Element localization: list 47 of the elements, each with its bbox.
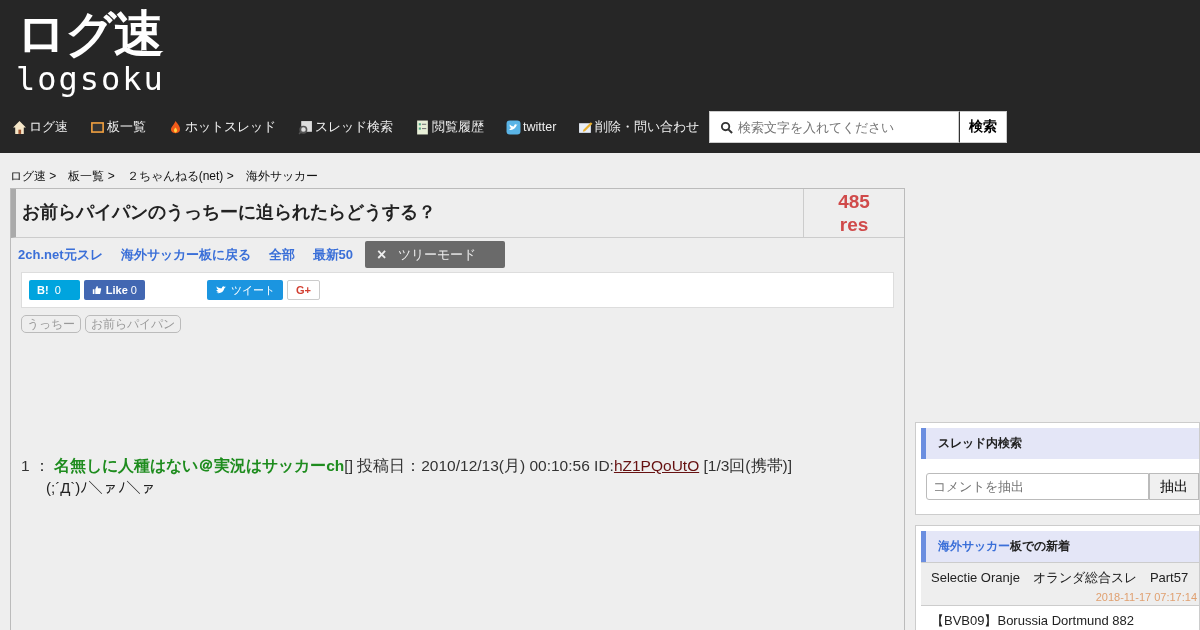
nav-link[interactable]: ホットスレッド bbox=[168, 118, 276, 136]
list-icon bbox=[415, 119, 430, 135]
nav-link[interactable]: ログ速 bbox=[12, 118, 68, 136]
comment-filter-field[interactable]: コメントを抽出 bbox=[926, 473, 1149, 500]
nav-link[interactable]: 板一覧 bbox=[90, 118, 146, 136]
nav-link[interactable]: 削除・問い合わせ bbox=[578, 118, 700, 136]
tree-mode-button[interactable]: × ツリーモード bbox=[365, 241, 505, 268]
breadcrumb-link[interactable]: ログ速 > bbox=[10, 168, 57, 188]
logo-subtitle[interactable]: logsoku bbox=[16, 62, 165, 96]
post-header: 1 ： 名無しに人種はない＠実況はサッカーch[] 投稿日：2010/12/13(月) 00:10:56 ID:hZ1PQoUtO [1/3回(携帯)] bbox=[21, 456, 793, 477]
post-body: (;´Д`)ﾉ＼ァﾉ＼ァ bbox=[45, 478, 158, 496]
breadcrumb-link[interactable]: 板一覧 > bbox=[68, 168, 115, 188]
thread-item[interactable]: Selectie Oranje オランダ総合スレ Part57 2018-11-17 07:17:14 bbox=[921, 562, 1199, 605]
thread-item[interactable]: 【BVB09】Borussia Dortmund 882 bbox=[921, 605, 1199, 630]
search-button[interactable]: 検索 bbox=[959, 111, 1008, 143]
search-field[interactable]: 検索文字を入れてください bbox=[709, 111, 960, 143]
search-icon bbox=[298, 119, 313, 135]
bird-icon bbox=[506, 119, 521, 135]
flame-icon bbox=[168, 119, 183, 135]
response-count: 485 res bbox=[837, 190, 871, 237]
like-button[interactable]: Like 0 bbox=[84, 280, 145, 300]
thumbs-up-icon bbox=[92, 284, 102, 296]
thread-link[interactable]: 最新50 bbox=[312, 245, 353, 264]
thread-item-title: Selectie Oranje オランダ総合スレ Part57 bbox=[931, 569, 1190, 587]
thread-link[interactable]: 海外サッカー板に戻る bbox=[120, 245, 251, 264]
card-heading: スレッド内検索 bbox=[921, 428, 1199, 459]
board-link[interactable]: 海外サッカー bbox=[938, 538, 1010, 555]
thread-link[interactable]: 全部 bbox=[268, 245, 295, 264]
search-icon bbox=[720, 121, 734, 134]
breadcrumb-link[interactable]: 海外サッカー bbox=[245, 168, 318, 188]
thread-item-time: 2018-11-17 07:17:14 bbox=[1094, 590, 1198, 605]
thread-link[interactable]: 2ch.net元スレ bbox=[18, 245, 103, 264]
nav-link[interactable]: twitter bbox=[506, 119, 557, 135]
breadcrumb-link[interactable]: ２ちゃんねる(net) > bbox=[126, 168, 234, 188]
google-plus-button[interactable]: G+ bbox=[287, 280, 320, 300]
logo-title[interactable]: ログ速 bbox=[16, 6, 162, 62]
id-link[interactable]: hZ1PQoUtO bbox=[613, 457, 700, 474]
thread-item-title: 【BVB09】Borussia Dortmund 882 bbox=[931, 612, 1136, 630]
bird-icon bbox=[215, 284, 227, 296]
nav-link[interactable]: 閲覧履歴 bbox=[415, 118, 484, 136]
filter-button[interactable]: 抽出 bbox=[1149, 473, 1199, 500]
board-icon bbox=[90, 119, 105, 135]
heading-text: 板での新着 bbox=[1010, 538, 1070, 555]
nav-link[interactable]: スレッド検索 bbox=[298, 118, 393, 136]
thread-title: お前らパイパンのうっちーに迫られたらどうする？ bbox=[16, 189, 804, 237]
pencil-icon bbox=[578, 119, 594, 135]
house-icon bbox=[12, 119, 27, 135]
